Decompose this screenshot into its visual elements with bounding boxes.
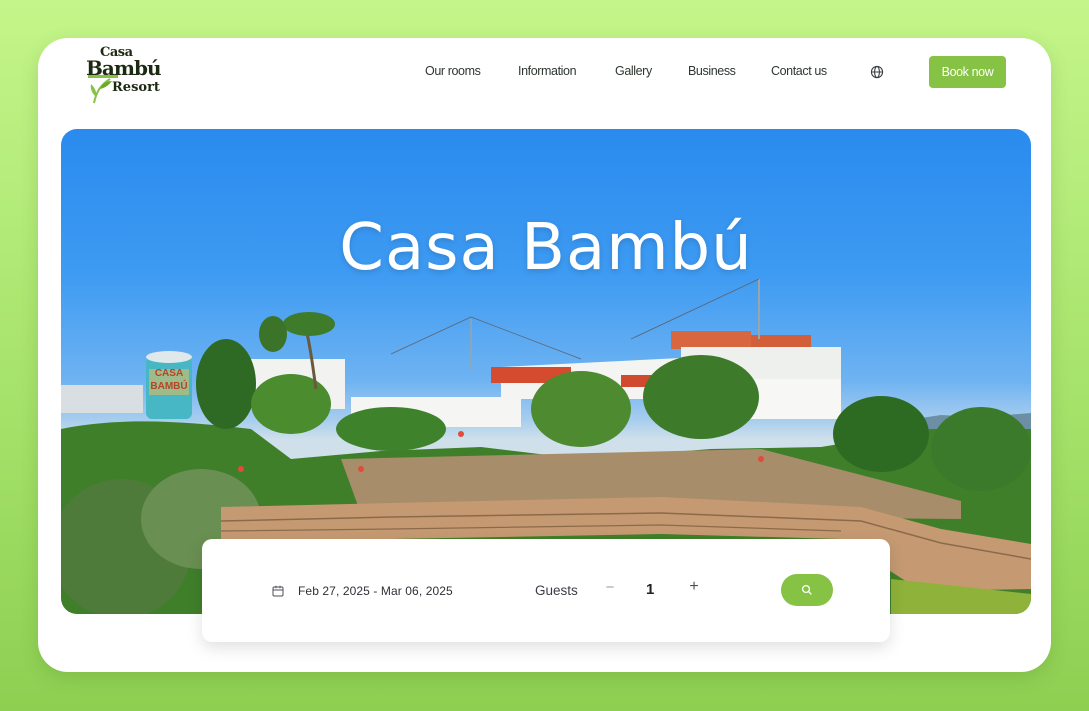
date-range-field[interactable]: Feb 27, 2025 - Mar 06, 2025 (298, 584, 453, 598)
logo-text-bottom: Resort (112, 80, 160, 95)
sign-text-1: CASA (155, 368, 183, 379)
hero-title: Casa Bambú (339, 211, 753, 285)
guests-increment-button[interactable]: + (686, 578, 702, 598)
search-icon (801, 584, 812, 595)
guests-label: Guests (535, 583, 578, 598)
book-now-button[interactable]: Book now (929, 56, 1006, 88)
globe-icon[interactable] (870, 65, 884, 79)
nav-information[interactable]: Information (518, 64, 577, 78)
nav-our-rooms[interactable]: Our rooms (425, 64, 481, 78)
search-button[interactable] (781, 574, 833, 606)
calendar-icon[interactable] (272, 585, 284, 597)
nav-business[interactable]: Business (688, 64, 736, 78)
guests-count: 1 (646, 581, 655, 598)
sign-text-2: BAMBÚ (150, 379, 187, 392)
guests-decrement-button[interactable]: − (602, 579, 618, 599)
nav-gallery[interactable]: Gallery (615, 64, 652, 78)
logo[interactable]: Casa Bambú Resort (86, 45, 166, 105)
browser-frame: Casa Bambú Resort Our rooms Information … (38, 38, 1051, 672)
booking-search-bar: Feb 27, 2025 - Mar 06, 2025 Guests − 1 + (202, 539, 890, 642)
nav-contact-us[interactable]: Contact us (771, 64, 827, 78)
